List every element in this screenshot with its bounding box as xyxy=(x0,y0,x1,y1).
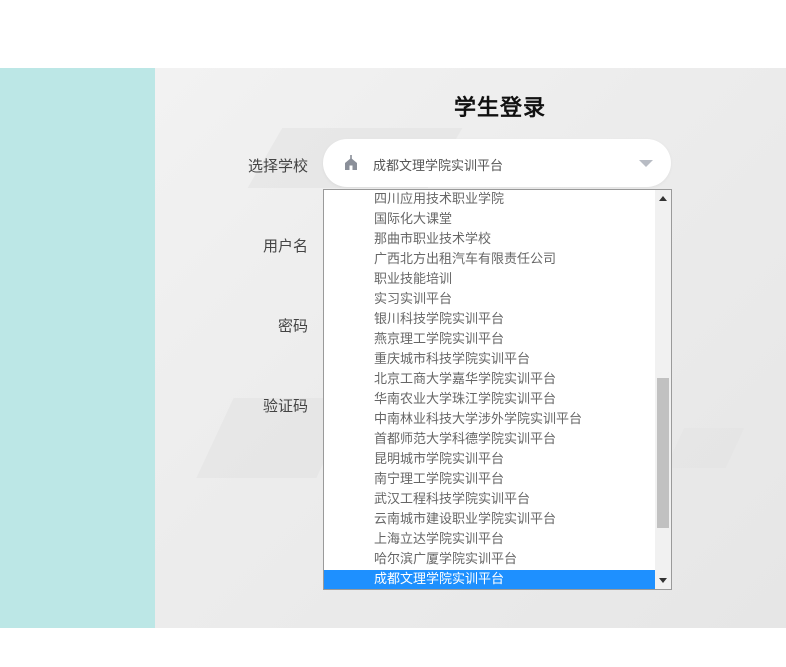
scrollbar[interactable] xyxy=(655,190,671,589)
username-label: 用户名 xyxy=(262,237,308,255)
school-option[interactable]: 云南城市建设职业学院实训平台 xyxy=(324,510,655,530)
school-option[interactable]: 实习实训平台 xyxy=(324,290,655,310)
school-label: 选择学校 xyxy=(247,157,308,175)
school-option[interactable]: 武汉工程科技学院实训平台 xyxy=(324,490,655,510)
school-option[interactable]: 上海立达学院实训平台 xyxy=(324,530,655,550)
left-accent-band xyxy=(0,68,155,628)
scrollbar-thumb[interactable] xyxy=(657,378,669,528)
school-option[interactable]: 哈尔滨广厦学院实训平台 xyxy=(324,550,655,570)
school-dropdown-list[interactable]: 四川应用技术职业学院 国际化大课堂 那曲市职业技术学校 广西北方出租汽车有限责任公司职… xyxy=(323,189,672,590)
chevron-down-icon[interactable] xyxy=(639,160,653,167)
school-option[interactable]: 燕京理工学院实训平台 xyxy=(324,330,655,350)
school-select-value: 成都文理学院实训平台 xyxy=(373,159,504,174)
password-label: 密码 xyxy=(277,317,308,335)
school-option[interactable]: 广西北方出租汽车有限责任公司 xyxy=(324,250,655,270)
school-option[interactable]: 成都文理学院实训平台 xyxy=(324,570,655,589)
school-option[interactable]: 那曲市职业技术学校 xyxy=(324,230,655,250)
captcha-label: 验证码 xyxy=(262,397,308,415)
school-option[interactable]: 首都师范大学科德学院实训平台 xyxy=(324,430,655,450)
school-option[interactable]: 中南林业科技大学涉外学院实训平台 xyxy=(324,410,655,430)
school-option[interactable]: 重庆城市科技学院实训平台 xyxy=(324,350,655,370)
school-option[interactable]: 职业技能培训 xyxy=(324,270,655,290)
school-option-list: 四川应用技术职业学院 国际化大课堂 那曲市职业技术学校 广西北方出租汽车有限责任公司职… xyxy=(324,190,655,589)
background-decoration xyxy=(665,428,745,468)
school-option[interactable]: 北京工商大学嘉华学院实训平台 xyxy=(324,370,655,390)
scroll-down-arrow-icon[interactable] xyxy=(659,578,667,583)
school-option[interactable]: 南宁理工学院实训平台 xyxy=(324,470,655,490)
scroll-up-arrow-icon[interactable] xyxy=(659,196,667,201)
school-option[interactable]: 国际化大课堂 xyxy=(324,210,655,230)
school-building-icon xyxy=(343,155,359,171)
school-option[interactable]: 华南农业大学珠江学院实训平台 xyxy=(324,390,655,410)
school-option[interactable]: 四川应用技术职业学院 xyxy=(324,190,655,210)
school-option[interactable]: 银川科技学院实训平台 xyxy=(324,310,655,330)
school-select[interactable]: 成都文理学院实训平台 xyxy=(323,139,671,187)
school-option[interactable]: 昆明城市学院实训平台 xyxy=(324,450,655,470)
page-title: 学生登录 xyxy=(453,96,546,121)
